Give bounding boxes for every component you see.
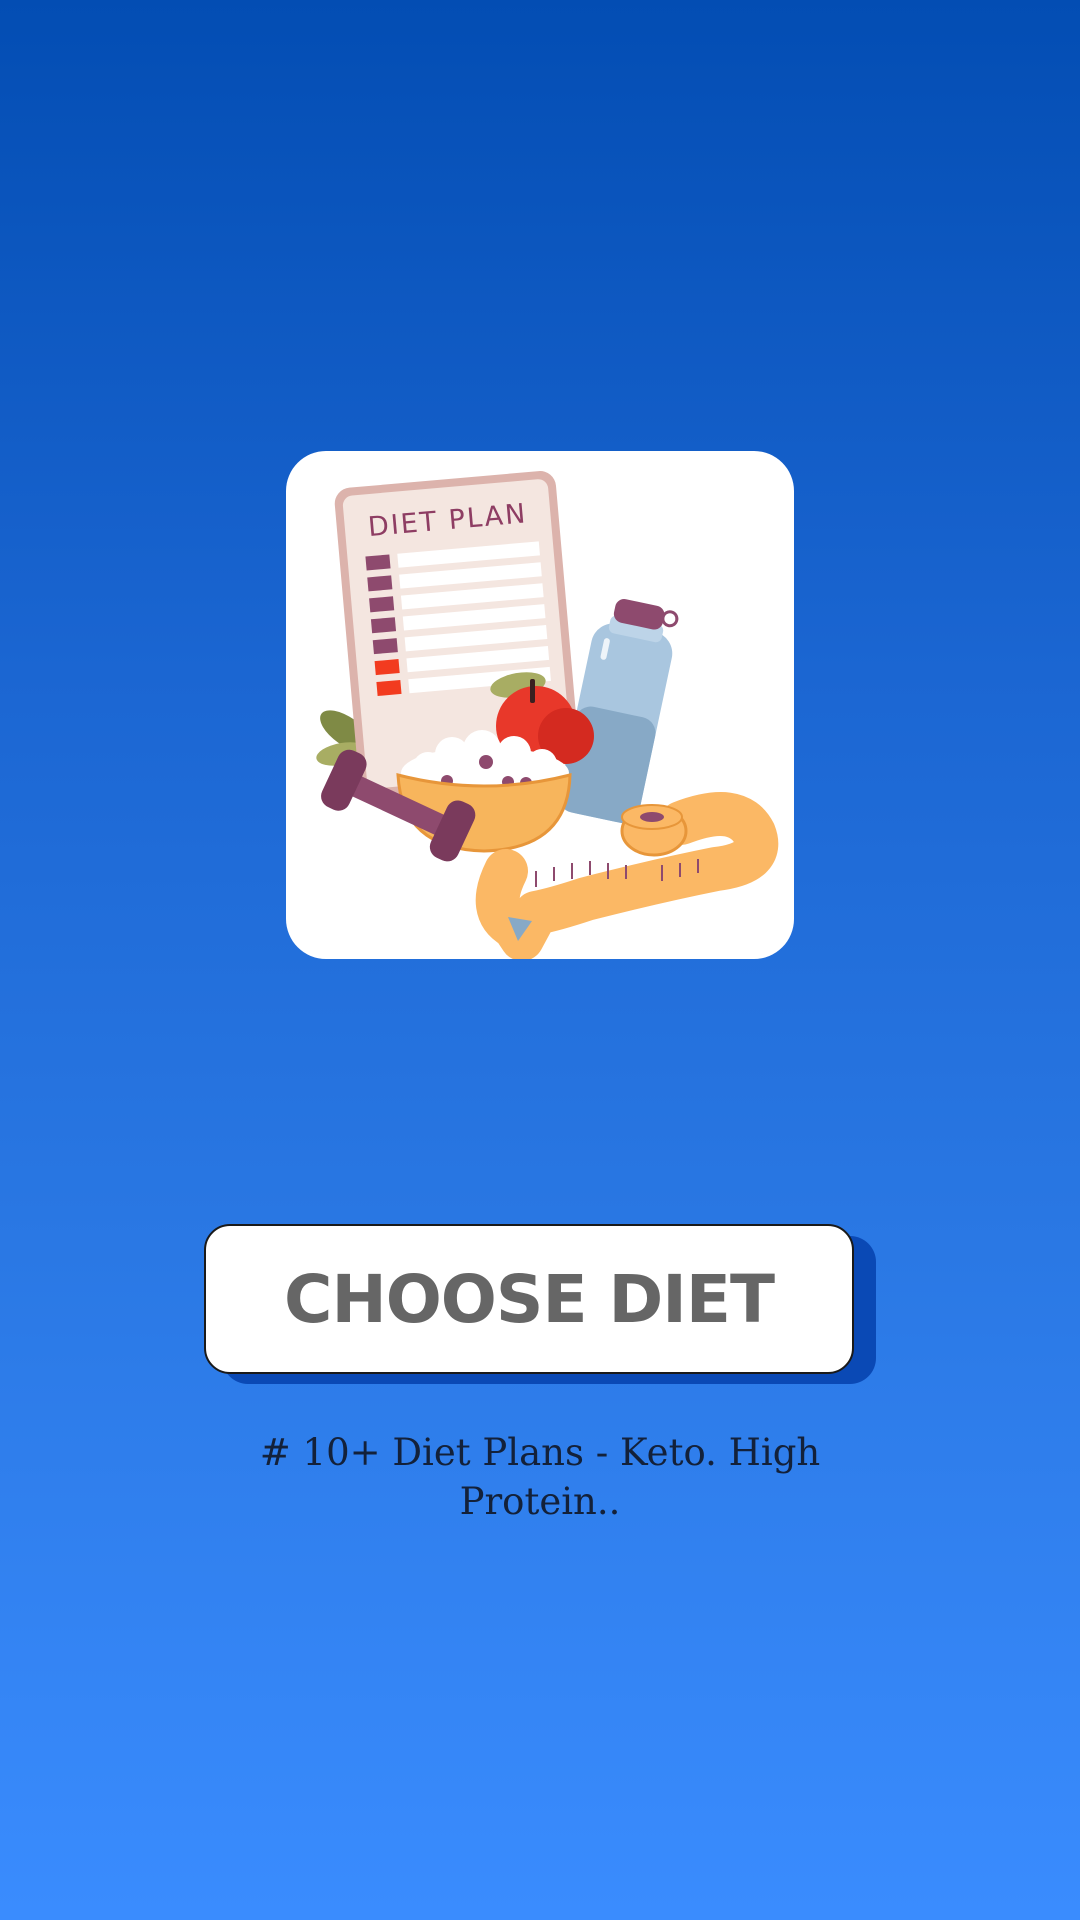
- diet-plans-subtitle: # 10+ Diet Plans - Keto. High Protein..: [259, 1431, 821, 1523]
- hero-illustration-card: DIET PLAN: [286, 451, 794, 959]
- diet-plan-illustration-icon: DIET PLAN: [316, 471, 779, 959]
- choose-diet-button[interactable]: CHOOSE DIET: [204, 1224, 854, 1374]
- choose-diet-label: CHOOSE DIET: [284, 1260, 775, 1338]
